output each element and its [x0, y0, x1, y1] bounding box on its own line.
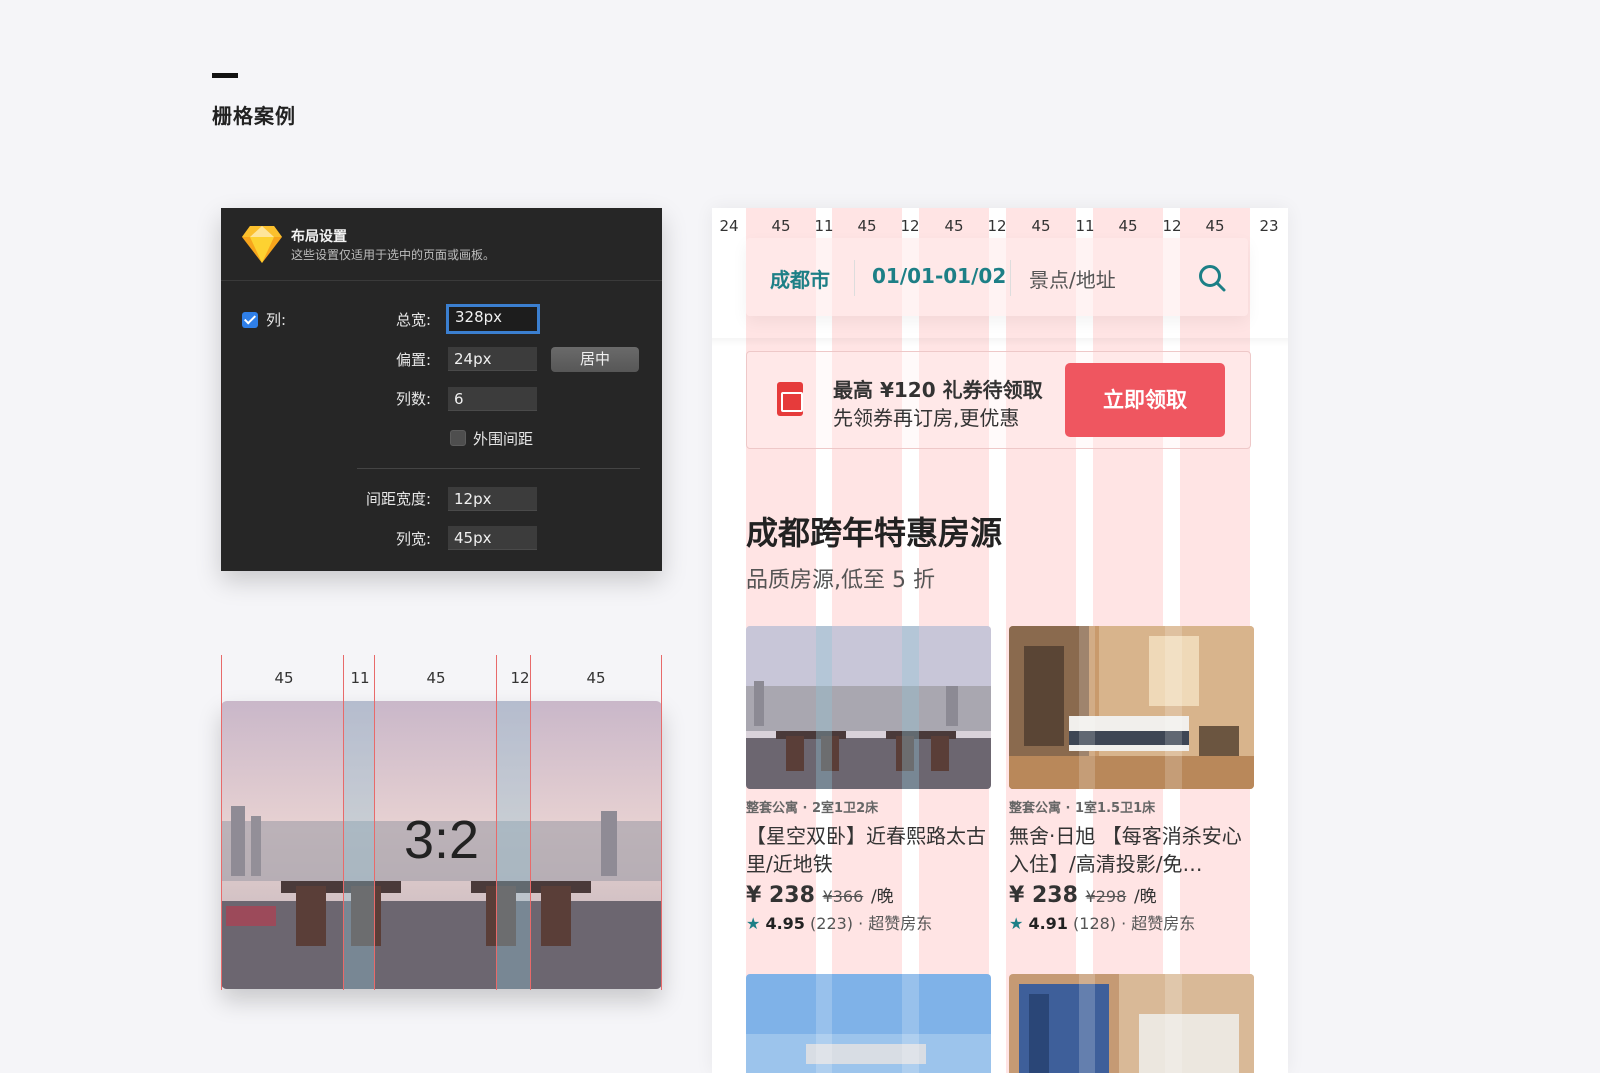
original-price: ¥366 [822, 887, 864, 906]
claim-coupon-button[interactable]: 立即领取 [1065, 363, 1225, 437]
destination-input[interactable]: 景点/地址 [1029, 264, 1116, 293]
listing-price: ¥ 238 ¥298 /晚 [1009, 882, 1254, 908]
grid-label: 45 [1118, 217, 1138, 235]
current-price: ¥ 238 [746, 883, 815, 908]
outer-gap-label: 外围间距 [473, 430, 534, 448]
total-width-label: 总宽: [395, 311, 431, 329]
grid-label: 24 [719, 217, 739, 235]
offset-field[interactable]: 24px [448, 347, 537, 371]
listing-title[interactable]: 【星空双卧】近春熙路太古里/近地铁 [746, 822, 991, 878]
balcony-thumbnail [1009, 974, 1254, 1073]
grid-label: 12 [1162, 217, 1182, 235]
grid-label: 45 [1031, 217, 1051, 235]
search-divider [1010, 260, 1011, 296]
current-price: ¥ 238 [1009, 883, 1078, 908]
gutter-width-label: 12 [510, 669, 530, 687]
grid-label: 45 [944, 217, 964, 235]
ratio-example: 3:2 45 11 45 12 45 [221, 655, 662, 990]
grid-line [221, 655, 222, 990]
listing-photo[interactable] [746, 974, 991, 1073]
panel-header: 布局设置 这些设置仅适用于选中的页面或画板。 [221, 208, 662, 281]
coupon-banner: 最高 ¥120 礼券待领取 先领券再订房,更优惠 立即领取 [746, 351, 1251, 449]
offset-label: 偏置: [395, 351, 431, 369]
panel-subtitle: 这些设置仅适用于选中的页面或画板。 [291, 248, 496, 262]
grid-label: 45 [1205, 217, 1225, 235]
rating-score: 4.91 [1028, 914, 1068, 933]
coupon-title: 最高 ¥120 礼券待领取 [833, 378, 1043, 402]
columns-label: 列: [266, 311, 287, 329]
search-icon[interactable] [1197, 263, 1227, 293]
grid-line [343, 655, 344, 990]
original-price: ¥298 [1085, 887, 1127, 906]
ratio-label: 3:2 [403, 810, 480, 870]
grid-line [530, 655, 531, 990]
phone-mockup: 24 45 11 45 12 45 12 45 11 45 12 45 23 成… [712, 208, 1288, 1073]
grid-line [374, 655, 375, 990]
gutter-width-label: 间距宽度: [365, 490, 431, 508]
grid-label: 45 [771, 217, 791, 235]
column-width-label: 45 [586, 669, 606, 687]
skyline-thumbnail [746, 974, 991, 1073]
listing-type: 整套公寓 · 1室1.5卫1床 [1009, 801, 1156, 816]
coupon-subtitle: 先领券再订房,更优惠 [833, 406, 1020, 430]
section-heading: 成都跨年特惠房源 [746, 514, 1003, 552]
grid-label: 12 [987, 217, 1007, 235]
listing-title[interactable]: 無舍·日旭 【每客消杀安心入住】/高清投影/免… [1009, 822, 1254, 878]
grid-label: 11 [814, 217, 834, 235]
listing-photo[interactable] [746, 626, 991, 789]
sketch-diamond-icon [242, 226, 282, 263]
column-count-field[interactable]: 6 [448, 387, 537, 411]
star-icon: ★ [746, 914, 761, 933]
listing-type: 整套公寓 · 2室1卫2床 [746, 801, 879, 816]
star-icon: ★ [1009, 914, 1024, 933]
grid-label: 12 [900, 217, 920, 235]
search-bar[interactable]: 成都市 01/01-01/02 景点/地址 [746, 238, 1248, 316]
total-width-field[interactable]: 328px [446, 304, 540, 334]
terrace-photo: 3:2 [221, 701, 662, 989]
listing-card[interactable]: 整套公寓 · 1室1.5卫1床 無舍·日旭 【每客消杀安心入住】/高清投影/免…… [1009, 626, 1254, 934]
bedroom-thumbnail [1009, 626, 1254, 789]
column-count-label: 列数: [395, 390, 431, 408]
search-divider [854, 260, 855, 296]
column-width-label: 45 [426, 669, 446, 687]
listing-photo[interactable] [1009, 974, 1254, 1073]
section-title: 栅格案例 [212, 104, 296, 128]
listing-rating: ★ 4.95 (223) · 超赞房东 [746, 910, 991, 934]
outer-gap-checkbox[interactable] [450, 430, 466, 446]
center-button[interactable]: 居中 [551, 347, 639, 372]
gutter-width-field[interactable]: 12px [448, 487, 537, 511]
grid-label: 23 [1259, 217, 1279, 235]
grid-label: 11 [1075, 217, 1095, 235]
column-width-label: 45 [274, 669, 294, 687]
city-selector[interactable]: 成都市 [770, 264, 830, 293]
listing-card[interactable]: 整套公寓 · 2室1卫2床 【星空双卧】近春熙路太古里/近地铁 ¥ 238 ¥3… [746, 626, 991, 934]
rating-score: 4.95 [765, 914, 805, 933]
columns-checkbox[interactable] [242, 312, 258, 328]
listing-rating: ★ 4.91 (128) · 超赞房东 [1009, 910, 1254, 934]
listing-price: ¥ 238 ¥366 /晚 [746, 882, 991, 908]
red-envelope-icon [777, 382, 803, 416]
header-shadow [712, 338, 1288, 346]
panel-divider [357, 468, 640, 469]
column-width-field[interactable]: 45px [448, 526, 537, 550]
review-summary: (223) · 超赞房东 [810, 914, 933, 933]
section-subheading: 品质房源,低至 5 折 [746, 568, 935, 593]
gutter-width-label: 11 [350, 669, 370, 687]
review-summary: (128) · 超赞房东 [1073, 914, 1196, 933]
grid-line [661, 655, 662, 990]
listing-photo[interactable] [1009, 626, 1254, 789]
panel-title: 布局设置 [291, 229, 347, 245]
grid-label: 45 [857, 217, 877, 235]
section-marker [212, 73, 238, 78]
date-selector[interactable]: 01/01-01/02 [872, 264, 1006, 288]
grid-line [496, 655, 497, 990]
price-unit: /晚 [1133, 887, 1157, 907]
listing-card[interactable] [1009, 974, 1254, 1073]
listing-card[interactable] [746, 974, 991, 1073]
terrace-thumbnail [746, 626, 991, 789]
price-unit: /晚 [870, 887, 894, 907]
layout-settings-panel: 布局设置 这些设置仅适用于选中的页面或画板。 列: 总宽: 328px 偏置: … [221, 208, 662, 571]
column-width-label: 列宽: [395, 530, 431, 548]
